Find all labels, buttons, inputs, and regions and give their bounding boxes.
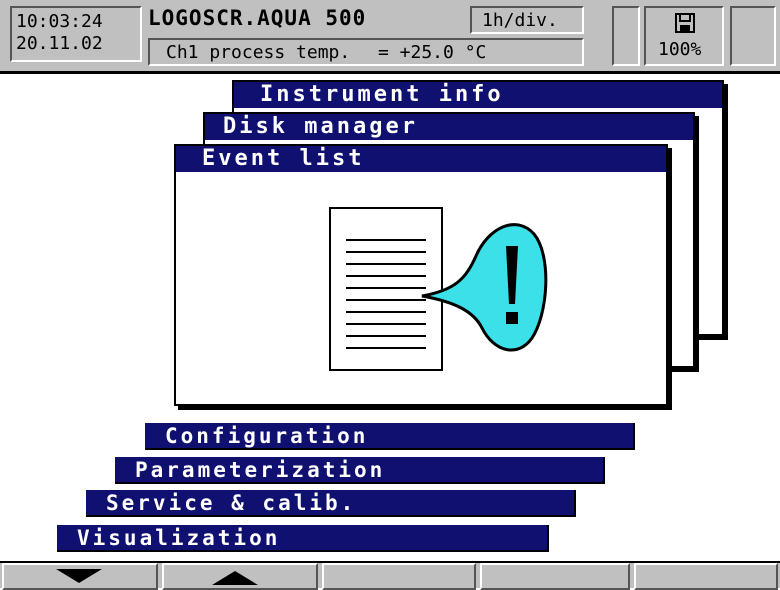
memory-panel: 100%	[644, 6, 724, 66]
disk-manager-title: Disk manager	[205, 114, 693, 140]
softkey-3[interactable]	[322, 563, 476, 590]
extra-panel	[730, 6, 776, 66]
device-name: LOGOSCR.AQUA 500	[148, 6, 367, 30]
time-display: 10:03:24	[16, 11, 103, 32]
device-name-panel: LOGOSCR.AQUA 500	[148, 4, 464, 34]
menu-item-parameterization[interactable]: Parameterization	[115, 457, 605, 484]
menu-item-service-calib[interactable]: Service & calib.	[86, 490, 576, 517]
status-header: 10:03:24 20.11.02 LOGOSCR.AQUA 500 1h/di…	[0, 0, 780, 74]
time-division: 1h/div.	[482, 10, 558, 31]
channel-value: = +25.0 °C	[378, 42, 487, 63]
event-list-window[interactable]: Event list	[174, 144, 668, 406]
document-icon	[329, 207, 443, 371]
channel-panel: Ch1 process temp. = +25.0 °C	[148, 38, 584, 66]
memory-percent: 100%	[658, 39, 702, 60]
arrow-down-icon	[56, 569, 102, 583]
spacer-panel	[612, 6, 640, 66]
event-list-title: Event list	[176, 146, 666, 172]
softkey-5[interactable]	[634, 563, 778, 590]
floppy-disk-icon	[675, 13, 695, 33]
scroll-up-button[interactable]	[162, 563, 318, 590]
channel-label: Ch1 process temp.	[166, 42, 351, 63]
arrow-up-icon	[212, 571, 258, 585]
date-display: 20.11.02	[16, 33, 103, 54]
event-list-illustration	[329, 207, 548, 371]
instrument-info-title: Instrument info	[234, 82, 722, 108]
time-division-panel[interactable]: 1h/div.	[470, 6, 584, 34]
menu-item-visualization[interactable]: Visualization	[57, 525, 549, 552]
softkey-4[interactable]	[480, 563, 630, 590]
clock-panel: 10:03:24 20.11.02	[10, 6, 142, 62]
menu-item-configuration[interactable]: Configuration	[145, 423, 635, 450]
softkey-bar	[0, 561, 780, 590]
scroll-down-button[interactable]	[2, 563, 158, 590]
